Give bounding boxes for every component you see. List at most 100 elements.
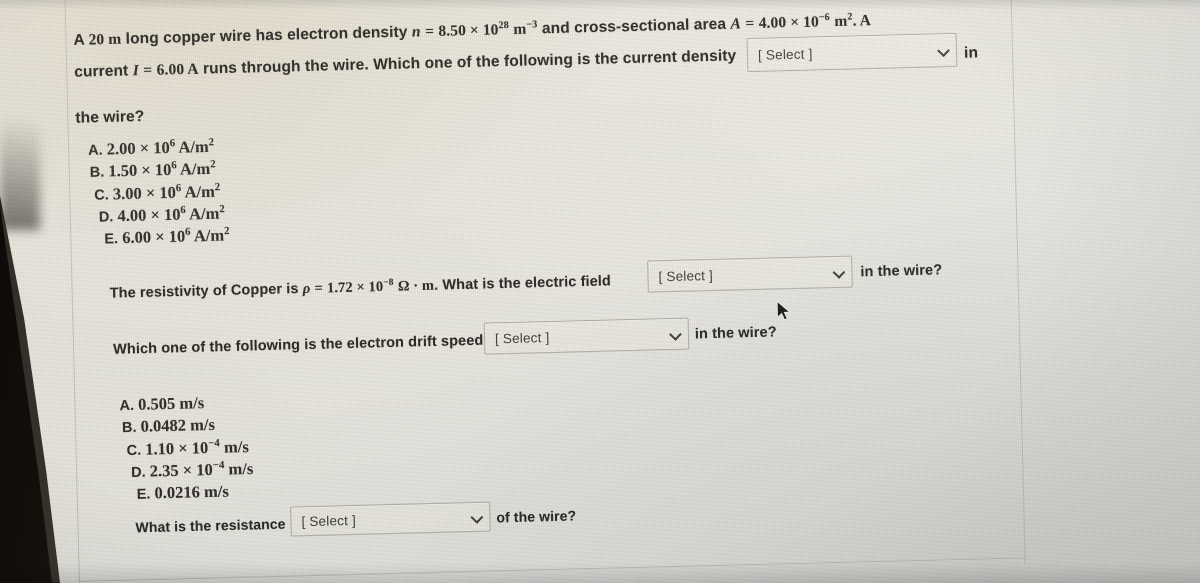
- q2-equals: =: [143, 61, 153, 80]
- choice-cd-E-unit-exp: 2: [223, 225, 230, 238]
- choice-cd-C-label: C.: [94, 187, 110, 204]
- choice-cd-B-exp: 6: [171, 159, 177, 172]
- choice-ds-E-value: 0.0216 m/s: [154, 481, 229, 503]
- question-line-3: the wire?: [75, 108, 144, 128]
- choice-cd-D-label: D.: [98, 209, 114, 226]
- choice-ds-A-label: A.: [119, 397, 135, 415]
- choice-cd-C-exp: 6: [175, 181, 182, 194]
- drift-speed-select-value: [ Select ]: [494, 329, 550, 346]
- drift-speed-tail: in the wire?: [695, 324, 777, 342]
- choice-ds-B-label: B.: [121, 420, 137, 437]
- choice-ds-D[interactable]: D. 2.35 × 10−4 m/s: [121, 457, 254, 483]
- q3-text: the wire?: [75, 108, 145, 127]
- resistance-select[interactable]: [ Select ]: [290, 501, 491, 537]
- choice-cd-E[interactable]: E. 6.00 × 106 A/m2: [90, 224, 230, 250]
- choices-drift-speed: A. 0.505 m/s B. 0.0482 m/s C. 1.10 × 10−…: [119, 390, 254, 505]
- choice-ds-A[interactable]: A. 0.505 m/s: [119, 390, 252, 416]
- choice-cd-B-unit-exp: 2: [209, 158, 216, 171]
- choice-ds-B-value: 0.0482 m/s: [140, 415, 216, 437]
- drift-speed-pre: Which one of the following is the electr…: [112, 332, 484, 358]
- choice-cd-D-unit: A/m: [188, 203, 220, 224]
- q1-area-value: 4.00 × 10: [758, 13, 820, 32]
- current-density-select[interactable]: [ Select ]: [746, 32, 958, 73]
- symbol-n: n: [411, 23, 421, 41]
- q2-current-value: 6.00 A: [156, 60, 199, 79]
- resistivity-value: 1.72 × 10: [326, 278, 384, 297]
- choice-cd-C-unit-exp: 2: [214, 180, 221, 193]
- choice-cd-E-value: 6.00 × 10: [121, 226, 186, 248]
- choice-cd-A-exp: 6: [169, 137, 176, 150]
- symbol-rho: ρ: [302, 280, 311, 297]
- choice-cd-B-value: 1.50 × 10: [108, 160, 172, 181]
- resistance-tail: of the wire?: [496, 507, 576, 525]
- choice-cd-E-label: E.: [104, 231, 119, 248]
- choice-ds-D-unit: m/s: [228, 458, 254, 479]
- resistance-post: of the wire?: [496, 507, 577, 526]
- photographed-screen: A 20 m long copper wire has electron den…: [0, 0, 1200, 583]
- choice-cd-A-label: A.: [88, 142, 103, 159]
- choice-ds-C-label: C.: [126, 442, 142, 459]
- resistivity-equals: =: [314, 280, 324, 297]
- drift-speed-post: in the wire?: [694, 324, 777, 343]
- choice-cd-A-unit-exp: 2: [208, 136, 215, 149]
- q1-density-unit: m: [513, 20, 527, 39]
- choices-current-density: A. 2.00 × 106 A/m2 B. 1.50 × 106 A/m2 C.…: [88, 135, 230, 250]
- q1-density-exponent: 28: [498, 19, 509, 32]
- q1-area-exponent: −6: [818, 12, 830, 24]
- choice-cd-B[interactable]: B. 1.50 × 106 A/m2: [88, 157, 228, 183]
- drift-speed-line: Which one of the following is the electr…: [113, 333, 484, 358]
- quiz-page: A 20 m long copper wire has electron den…: [0, 0, 1200, 583]
- choice-cd-B-label: B.: [89, 164, 105, 182]
- choice-cd-C-unit: A/m: [184, 181, 216, 202]
- choice-cd-B-unit: A/m: [179, 159, 211, 179]
- q1-equals: =: [424, 22, 435, 41]
- choice-ds-C-exp: −4: [207, 436, 220, 450]
- q1-density-unit-exponent: −3: [526, 19, 538, 31]
- resistivity-unit: Ω · m: [397, 277, 435, 295]
- question-line-2: current I = 6.00 A runs through the wire…: [74, 47, 736, 81]
- q1-text-d: and cross-sectional area: [541, 15, 727, 38]
- q1-tail: . A: [852, 12, 872, 30]
- mouse-pointer-icon: [776, 300, 791, 321]
- choice-ds-D-value: 2.35 × 10: [149, 459, 214, 481]
- electric-field-select[interactable]: [ Select ]: [647, 255, 853, 293]
- q2-text-a: current: [74, 62, 129, 81]
- question-line-2-tail: in: [964, 44, 978, 62]
- choice-ds-C[interactable]: C. 1.10 × 10−4 m/s: [120, 435, 253, 461]
- choice-cd-D-value: 4.00 × 10: [117, 204, 181, 226]
- current-density-select-value: [ Select ]: [757, 45, 813, 63]
- choice-cd-E-unit: A/m: [193, 225, 225, 246]
- bezel-soft-shadow: [0, 120, 40, 230]
- q2-tail-text: in: [963, 44, 979, 62]
- chevron-down-icon: [939, 45, 950, 56]
- choice-ds-C-value: 1.10 × 10: [144, 437, 209, 459]
- q1-area-unit: m: [834, 12, 848, 31]
- resistivity-post: in the wire?: [860, 262, 943, 281]
- choice-cd-D-exp: 6: [180, 204, 186, 217]
- choice-ds-A-value: 0.505 m/s: [137, 393, 205, 414]
- q2-text-b: runs through the wire. Which one of the …: [202, 47, 737, 78]
- choice-ds-B[interactable]: B. 0.0482 m/s: [120, 413, 253, 439]
- choice-ds-D-label: D.: [130, 464, 146, 481]
- chevron-down-icon: [472, 511, 483, 522]
- drift-speed-select[interactable]: [ Select ]: [483, 317, 690, 355]
- q1-text-c: long copper wire has electron density: [125, 23, 408, 48]
- choice-ds-C-unit: m/s: [223, 436, 249, 457]
- choice-ds-E-label: E.: [136, 486, 151, 504]
- choice-cd-A-value: 2.00 × 10: [106, 137, 171, 159]
- choice-ds-E[interactable]: E. 0.0216 m/s: [121, 480, 254, 506]
- resistivity-pre: The resistivity of Copper is: [109, 281, 299, 302]
- chevron-down-icon: [671, 328, 682, 339]
- q1-density-value: 8.50 × 10: [438, 21, 499, 40]
- resistivity-line: The resistivity of Copper is ρ = 1.72 × …: [110, 272, 612, 303]
- resistance-line: What is the resistance: [135, 516, 285, 536]
- resistivity-mid: . What is the electric field: [433, 273, 612, 294]
- resistivity-exponent: −8: [383, 276, 394, 289]
- choice-cd-D-unit-exp: 2: [219, 203, 225, 216]
- choice-cd-E-exp: 6: [184, 226, 191, 239]
- electric-field-tail: in the wire?: [860, 262, 942, 280]
- symbol-A: A: [730, 15, 742, 33]
- q1-area-equals: =: [745, 15, 755, 33]
- choice-cd-A-unit: A/m: [178, 136, 209, 157]
- resistance-pre: What is the resistance: [135, 515, 286, 536]
